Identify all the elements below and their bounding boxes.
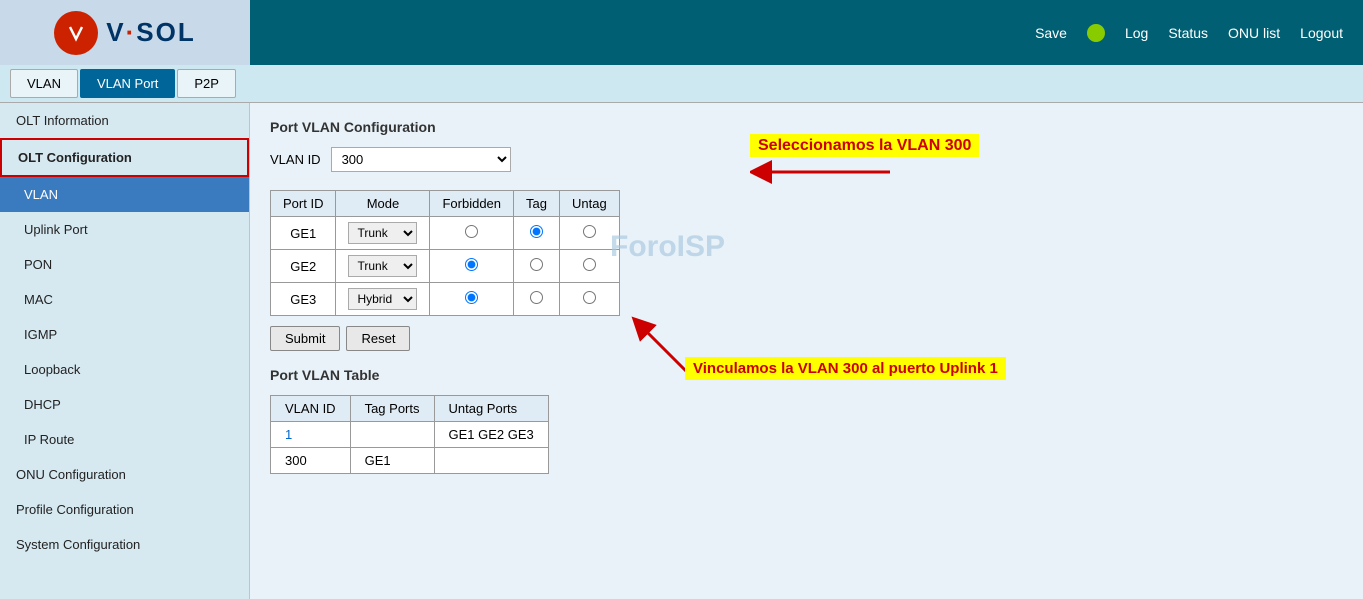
logo-text: V·SOL — [106, 17, 195, 48]
main-layout: OLT Information OLT Configuration VLAN U… — [0, 103, 1363, 599]
sidebar-item-onu-configuration[interactable]: ONU Configuration — [0, 457, 249, 492]
table-row: GE1 Access Trunk Hybrid — [271, 217, 620, 250]
pvlan-tag-ports-300: GE1 — [350, 448, 434, 474]
vlan-id-label: VLAN ID — [270, 152, 321, 167]
tag-ge2[interactable] — [514, 250, 560, 283]
tab-vlan-port[interactable]: VLAN Port — [80, 69, 175, 98]
table-row: GE2 Access Trunk Hybrid — [271, 250, 620, 283]
sidebar-item-olt-information[interactable]: OLT Information — [0, 103, 249, 138]
col-mode: Mode — [336, 191, 430, 217]
submit-button[interactable]: Submit — [270, 326, 340, 351]
watermark: ForoISP — [610, 230, 725, 264]
tab-p2p[interactable]: P2P — [177, 69, 236, 98]
annotation-2-area: Vinculamos la VLAN 300 al puerto Uplink … — [630, 310, 830, 393]
logo-area: V·SOL — [0, 0, 250, 65]
status-indicator — [1087, 24, 1105, 42]
header-right: Save Log Status ONU list Logout — [250, 24, 1363, 42]
sidebar-item-olt-configuration[interactable]: OLT Configuration — [0, 138, 249, 177]
sidebar-item-pon[interactable]: PON — [0, 247, 249, 282]
nav-onu-list[interactable]: ONU list — [1228, 25, 1280, 41]
section-title: Port VLAN Configuration — [270, 119, 1343, 135]
col-port-id: Port ID — [271, 191, 336, 217]
forbidden-ge3[interactable] — [430, 283, 514, 316]
sidebar-item-loopback[interactable]: Loopback — [0, 352, 249, 387]
tab-vlan[interactable]: VLAN — [10, 69, 78, 98]
sidebar-item-uplink-port[interactable]: Uplink Port — [0, 212, 249, 247]
reset-button[interactable]: Reset — [346, 326, 410, 351]
mode-ge2[interactable]: Access Trunk Hybrid — [336, 250, 430, 283]
vlan-id-select[interactable]: 1 300 — [331, 147, 511, 172]
untag-ge2[interactable] — [559, 250, 619, 283]
header: V·SOL Save Log Status ONU list Logout — [0, 0, 1363, 65]
annotation-2-text: Vinculamos la VLAN 300 al puerto Uplink … — [685, 357, 1006, 380]
pvlan-untag-ports-1: GE1 GE2 GE3 — [434, 422, 548, 448]
table-row: GE3 Access Trunk Hybrid — [271, 283, 620, 316]
nav-status[interactable]: Status — [1168, 25, 1208, 41]
mode-select-ge1[interactable]: Access Trunk Hybrid — [348, 222, 417, 244]
col-forbidden: Forbidden — [430, 191, 514, 217]
sidebar-item-mac[interactable]: MAC — [0, 282, 249, 317]
mode-ge1[interactable]: Access Trunk Hybrid — [336, 217, 430, 250]
pvlan-table: VLAN ID Tag Ports Untag Ports 1 GE1 GE2 … — [270, 395, 549, 474]
mode-ge3[interactable]: Access Trunk Hybrid — [336, 283, 430, 316]
untag-ge1[interactable] — [559, 217, 619, 250]
sidebar-item-profile-configuration[interactable]: Profile Configuration — [0, 492, 249, 527]
pvlan-tag-ports-1 — [350, 422, 434, 448]
col-tag: Tag — [514, 191, 560, 217]
forbidden-ge1[interactable] — [430, 217, 514, 250]
sidebar-item-ip-route[interactable]: IP Route — [0, 422, 249, 457]
pvlan-col-vlan-id: VLAN ID — [271, 396, 351, 422]
sidebar-item-dhcp[interactable]: DHCP — [0, 387, 249, 422]
untag-ge3[interactable] — [559, 283, 619, 316]
forbidden-ge2[interactable] — [430, 250, 514, 283]
sidebar-item-igmp[interactable]: IGMP — [0, 317, 249, 352]
save-label: Save — [1035, 25, 1067, 41]
tag-ge1[interactable] — [514, 217, 560, 250]
pvlan-untag-ports-300 — [434, 448, 548, 474]
vsol-logo-icon — [54, 11, 98, 55]
port-config-table: Port ID Mode Forbidden Tag Untag GE1 Acc… — [270, 190, 620, 316]
mode-select-ge3[interactable]: Access Trunk Hybrid — [348, 288, 417, 310]
header-nav: Log Status ONU list Logout — [1125, 25, 1343, 41]
tab-bar: VLAN VLAN Port P2P — [0, 65, 1363, 103]
content-area: Port VLAN Configuration VLAN ID 1 300 Se… — [250, 103, 1363, 599]
pvlan-vlan-id-1: 1 — [271, 422, 351, 448]
pvlan-row-1: 1 GE1 GE2 GE3 — [271, 422, 549, 448]
pvlan-vlan-id-300: 300 — [271, 448, 351, 474]
sidebar: OLT Information OLT Configuration VLAN U… — [0, 103, 250, 599]
pvlan-col-untag-ports: Untag Ports — [434, 396, 548, 422]
sidebar-item-system-configuration[interactable]: System Configuration — [0, 527, 249, 562]
col-untag: Untag — [559, 191, 619, 217]
nav-logout[interactable]: Logout — [1300, 25, 1343, 41]
tag-ge3[interactable] — [514, 283, 560, 316]
port-id-ge2: GE2 — [271, 250, 336, 283]
pvlan-col-tag-ports: Tag Ports — [350, 396, 434, 422]
nav-log[interactable]: Log — [1125, 25, 1148, 41]
sidebar-item-vlan[interactable]: VLAN — [0, 177, 249, 212]
port-id-ge1: GE1 — [271, 217, 336, 250]
port-id-ge3: GE3 — [271, 283, 336, 316]
mode-select-ge2[interactable]: Access Trunk Hybrid — [348, 255, 417, 277]
pvlan-row-300: 300 GE1 — [271, 448, 549, 474]
annotation-1-text: Seleccionamos la VLAN 300 — [750, 134, 979, 157]
